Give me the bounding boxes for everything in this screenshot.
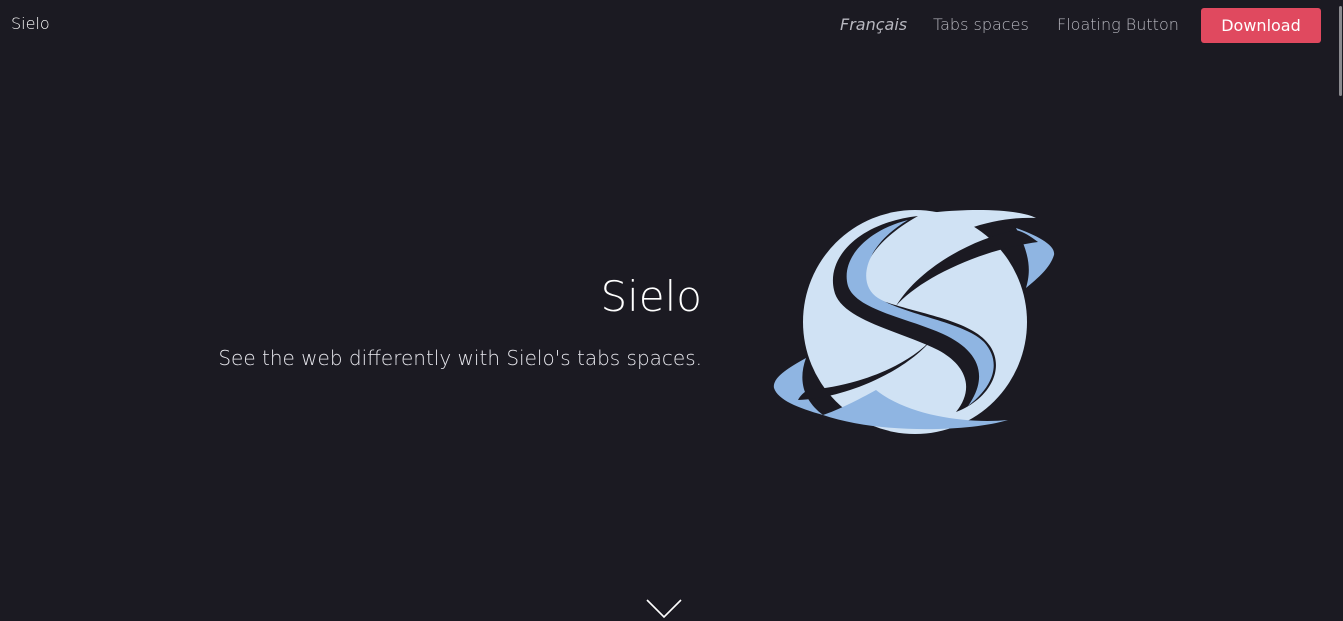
scrollbar[interactable]: [1338, 0, 1343, 621]
hero-title: Sielo: [600, 272, 702, 321]
page: Sielo Français Tabs spaces Floating Butt…: [0, 0, 1343, 621]
scroll-thumb[interactable]: [1339, 6, 1342, 96]
nav-link-francais[interactable]: Français: [840, 15, 907, 34]
nav-link-floating-button[interactable]: Floating Button: [1057, 15, 1179, 34]
sielo-logo-icon: [773, 210, 1055, 434]
chevron-down-icon[interactable]: [645, 598, 683, 620]
hero-subtitle: See the web differently with Sielo's tab…: [218, 346, 702, 370]
brand-link[interactable]: Sielo: [11, 14, 50, 33]
nav-link-tabs-spaces[interactable]: Tabs spaces: [933, 15, 1029, 34]
navbar: Sielo Français Tabs spaces Floating Butt…: [0, 0, 1338, 50]
download-button[interactable]: Download: [1201, 8, 1321, 43]
